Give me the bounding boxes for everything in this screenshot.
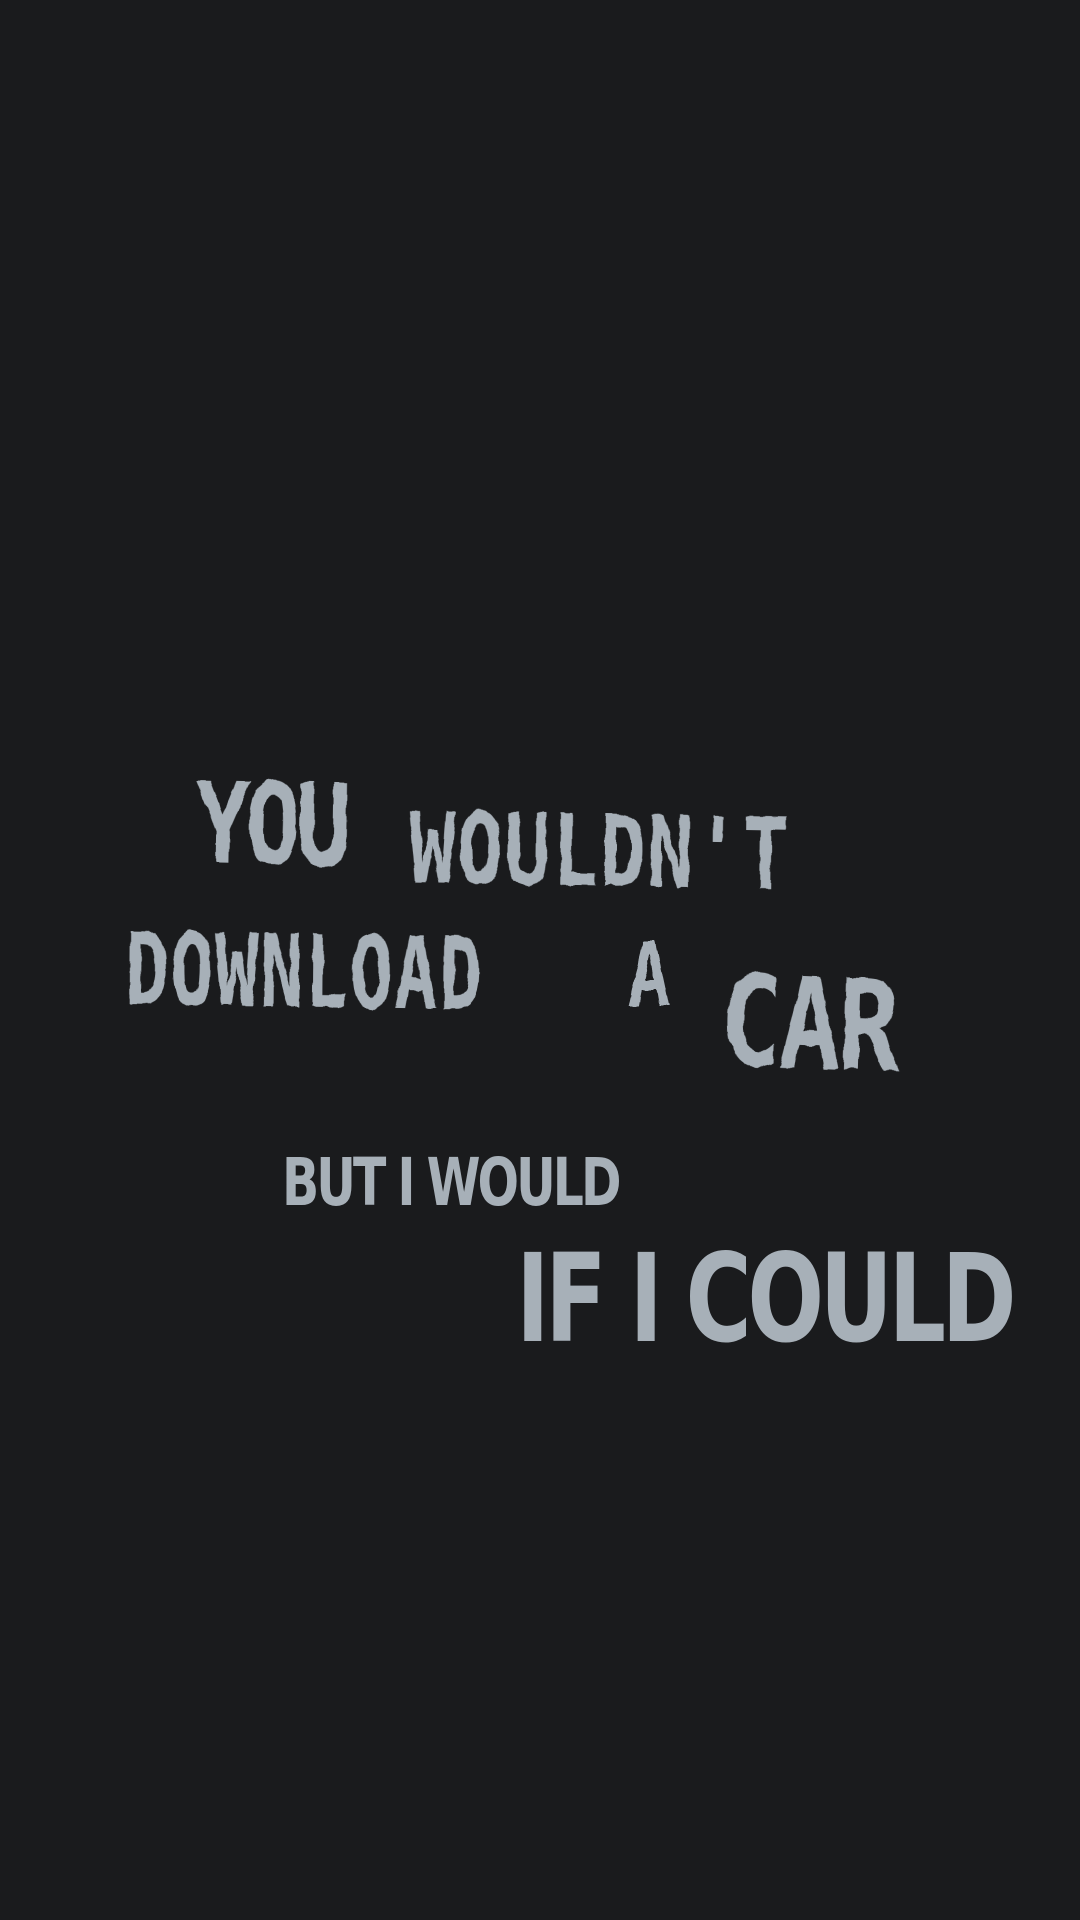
- word-download: DOWNLOAD: [125, 911, 485, 1034]
- tagline-but-i-would: BUT I WOULD: [282, 1144, 621, 1221]
- wallpaper-canvas: YOU WOULDN'T DOWNLOAD A CAR BUT I WOULD …: [0, 0, 1080, 1920]
- word-wouldnt: WOULDN'T: [408, 792, 791, 913]
- tagline-if-i-could: IF I COULD: [516, 1228, 1017, 1370]
- word-a: A: [628, 924, 671, 1027]
- word-you: YOU: [194, 759, 348, 893]
- word-car: CAR: [718, 947, 899, 1102]
